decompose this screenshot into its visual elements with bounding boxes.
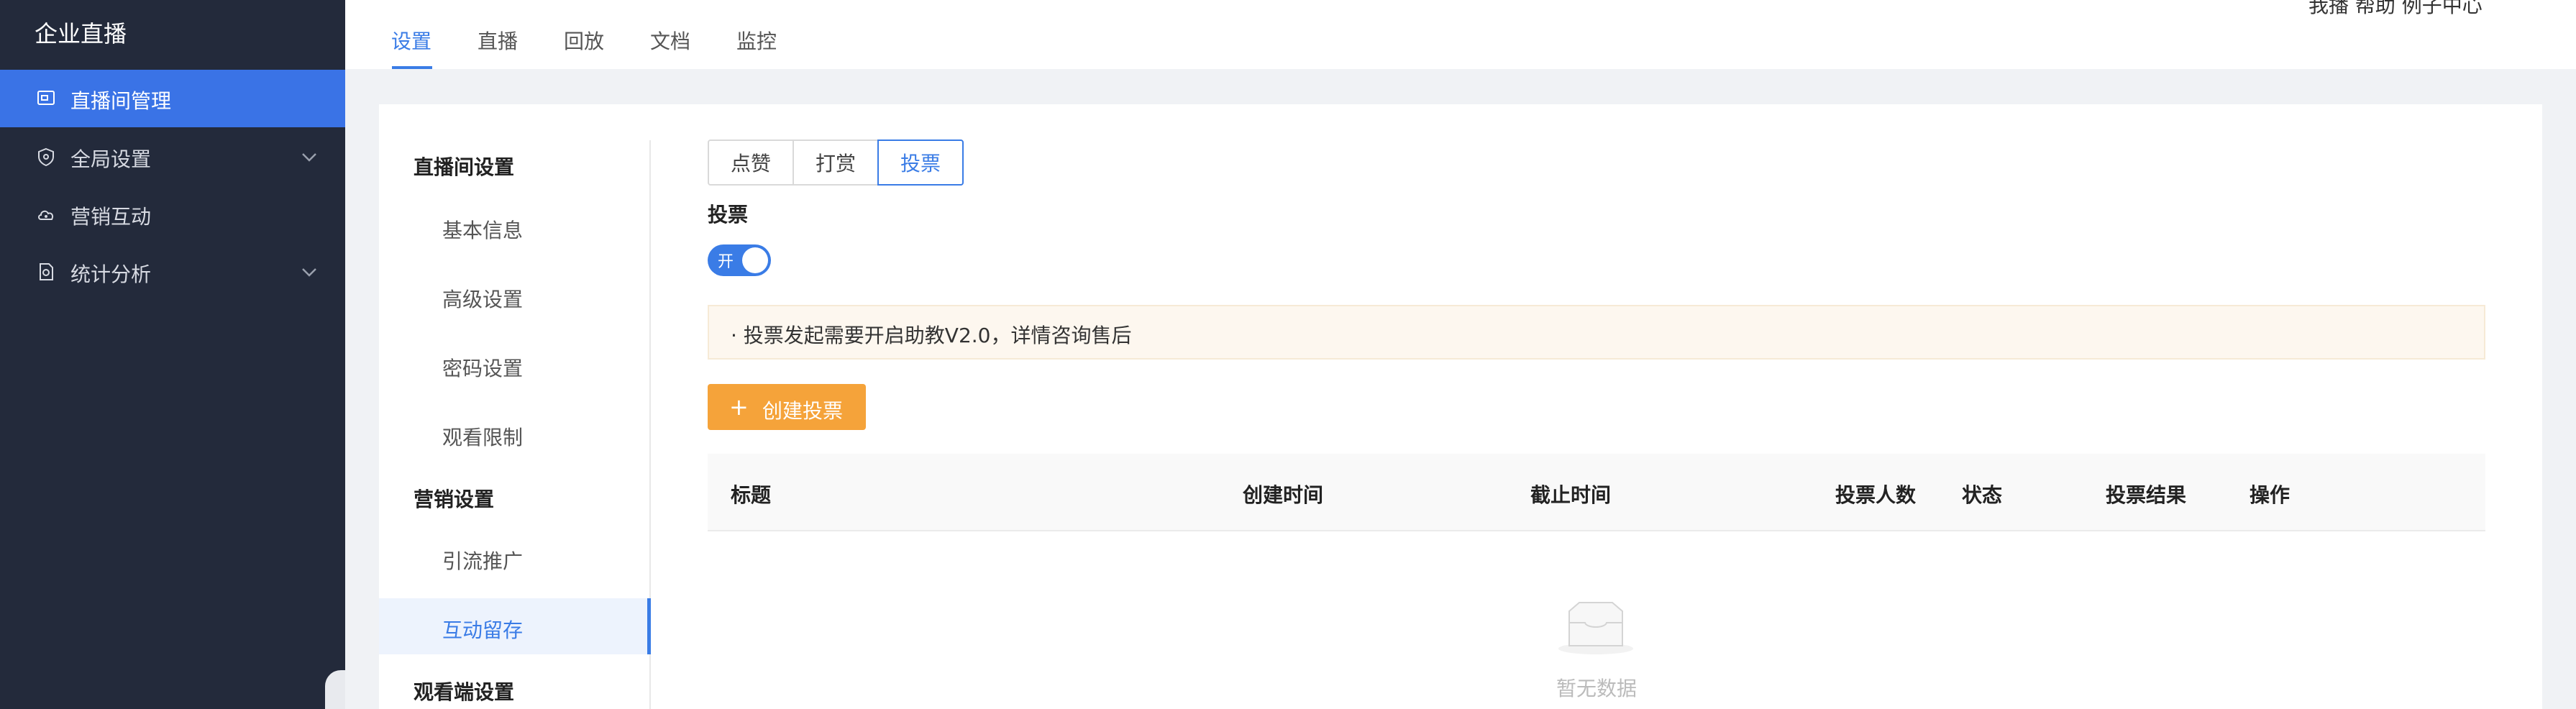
sidebar-item-label: 营销互动 <box>70 205 152 229</box>
column-header-created-time: 创建时间 <box>1243 483 1324 507</box>
sidebar-item-global-settings[interactable]: 全局设置 <box>0 128 345 186</box>
empty-state-text: 暂无数据 <box>1556 677 1638 700</box>
tab-voting-label: 投票 <box>900 152 941 175</box>
toggle-knob <box>742 247 768 273</box>
plus-icon: + <box>729 393 749 421</box>
tab-playback[interactable]: 回放 <box>564 26 604 55</box>
column-header-title: 标题 <box>731 483 772 507</box>
subnav-group-viewer-settings: 观看端设置 <box>414 680 515 704</box>
top-tab-bar: 设置 直播 回放 文档 监控 <box>345 0 2576 69</box>
tab-likes-label: 点赞 <box>730 152 771 175</box>
subnav-group-marketing-settings: 营销设置 <box>414 488 495 511</box>
sidebar-item-label: 直播间管理 <box>70 89 172 113</box>
tab-likes[interactable]: 点赞 <box>708 139 794 186</box>
subnav-active-indicator <box>647 598 651 654</box>
shield-icon <box>38 147 54 167</box>
toggle-on-label: 开 <box>718 253 734 271</box>
subnav-item-basic-info[interactable]: 基本信息 <box>442 215 523 244</box>
subnav-item-advanced-settings[interactable]: 高级设置 <box>442 284 523 313</box>
create-vote-button[interactable]: + 创建投票 <box>708 384 866 430</box>
app-title: 企业直播 <box>35 20 127 47</box>
column-header-status: 状态 <box>1962 483 2003 507</box>
notice-banner: · 投票发起需要开启助教V2.0，详情咨询售后 <box>708 305 2485 360</box>
sidebar-collapse-handle[interactable] <box>325 670 345 709</box>
voting-toggle[interactable]: 开 <box>708 244 771 276</box>
settings-subnav: 直播间设置 基本信息 高级设置 密码设置 观看限制 营销设置 引流推广 互动留存… <box>379 140 651 709</box>
report-icon <box>40 263 53 280</box>
tab-live[interactable]: 直播 <box>478 26 518 55</box>
notice-text: · 投票发起需要开启助教V2.0，详情咨询售后 <box>731 324 1132 347</box>
content-card <box>379 104 2542 709</box>
header-user-links[interactable]: 我播 帮助 例子中心 <box>2308 0 2483 19</box>
monitor-icon <box>37 91 55 105</box>
voting-section-title: 投票 <box>708 203 749 227</box>
create-vote-label: 创建投票 <box>762 399 844 423</box>
column-header-actions: 操作 <box>2250 483 2290 507</box>
cloud-icon <box>38 210 54 220</box>
vote-table-header: 标题 创建时间 截止时间 投票人数 状态 投票结果 操作 <box>708 454 2485 531</box>
subnav-item-interaction-retention[interactable]: 互动留存 <box>442 615 523 644</box>
subnav-item-viewing-restrictions[interactable]: 观看限制 <box>442 422 523 451</box>
sidebar: 企业直播 直播间管理 全局设置 营销互动 统计分析 <box>0 0 345 709</box>
sidebar-item-marketing-interaction[interactable]: 营销互动 <box>0 186 345 243</box>
sidebar-item-statistics[interactable]: 统计分析 <box>0 243 345 301</box>
chevron-down-icon <box>302 268 316 277</box>
chevron-down-icon <box>302 153 316 162</box>
subnav-item-password-settings[interactable]: 密码设置 <box>442 353 523 382</box>
tab-rewards-label: 打赏 <box>815 152 856 175</box>
active-tab-indicator <box>392 66 432 69</box>
tab-settings[interactable]: 设置 <box>391 26 431 55</box>
column-header-vote-result: 投票结果 <box>2106 483 2187 507</box>
sidebar-item-label: 统计分析 <box>70 262 152 286</box>
column-header-voter-count: 投票人数 <box>1835 483 1917 507</box>
tab-documents[interactable]: 文档 <box>650 26 690 55</box>
inbox-icon <box>1558 602 1633 654</box>
subnav-group-live-room-settings: 直播间设置 <box>414 155 515 179</box>
tab-voting[interactable]: 投票 <box>877 139 964 186</box>
subnav-item-traffic-promotion[interactable]: 引流推广 <box>442 546 523 575</box>
sidebar-item-live-room-management[interactable]: 直播间管理 <box>0 70 345 127</box>
tab-monitor[interactable]: 监控 <box>736 26 777 55</box>
sidebar-item-label: 全局设置 <box>70 147 152 171</box>
column-header-deadline: 截止时间 <box>1530 483 1612 507</box>
tab-rewards[interactable]: 打赏 <box>793 139 879 186</box>
